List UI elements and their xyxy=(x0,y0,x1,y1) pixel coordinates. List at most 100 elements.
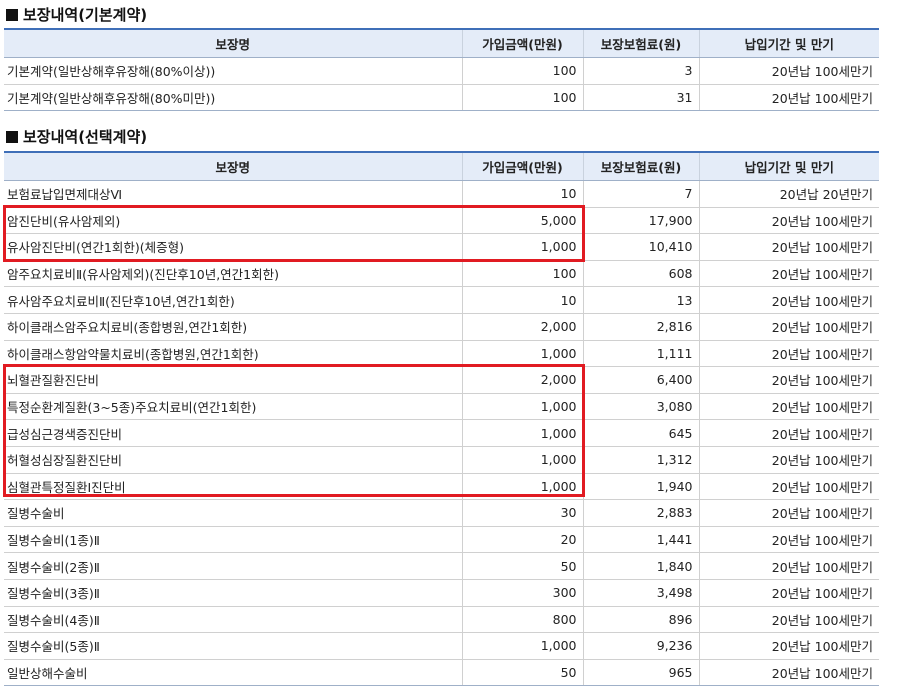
coverage-name-cell: 유사암진단비(연간1회한)(체증형) xyxy=(4,233,462,261)
header-amount: 가입금액(만원) xyxy=(461,151,583,181)
premium-cell: 13 xyxy=(582,286,699,314)
term-cell: 20년납 100세만기 xyxy=(698,606,879,634)
table-row: 질병수술비 30 2,883 20년납 100세만기 xyxy=(4,499,879,527)
premium-cell: 1,312 xyxy=(582,446,699,474)
term-cell: 20년납 100세만기 xyxy=(698,233,879,261)
coverage-name-cell: 암주요치료비Ⅱ(유사암제외)(진단후10년,연간1회한) xyxy=(4,260,462,288)
premium-cell: 10,410 xyxy=(582,233,699,261)
coverage-name-cell: 하이클래스암주요치료비(종합병원,연간1회한) xyxy=(4,313,462,341)
table-header-row: 보장명 가입금액(만원) 보장보험료(원) 납입기간 및 만기 xyxy=(4,28,879,58)
coverage-name-cell: 유사암주요치료비Ⅱ(진단후10년,연간1회한) xyxy=(4,286,462,314)
amount-cell: 100 xyxy=(461,260,583,288)
coverage-name-cell: 질병수술비(5종)Ⅱ xyxy=(4,632,462,660)
coverage-name-cell: 일반상해수술비 xyxy=(4,659,462,687)
premium-cell: 9,236 xyxy=(582,632,699,660)
table-row: 유사암진단비(연간1회한)(체증형) 1,000 10,410 20년납 100세만기 xyxy=(4,233,879,261)
term-cell: 20년납 100세만기 xyxy=(698,473,879,501)
header-coverage-name: 보장명 xyxy=(4,151,462,181)
coverage-name-cell: 암진단비(유사암제외) xyxy=(4,207,462,235)
premium-cell: 3 xyxy=(582,57,699,85)
table-header-row: 보장명 가입금액(만원) 보장보험료(원) 납입기간 및 만기 xyxy=(4,151,879,181)
basic-coverage-table: 보장명 가입금액(만원) 보장보험료(원) 납입기간 및 만기 기본계약(일반상… xyxy=(4,28,879,112)
term-cell: 20년납 100세만기 xyxy=(698,313,879,341)
table-row: 심혈관특정질환Ⅰ진단비 1,000 1,940 20년납 100세만기 xyxy=(4,473,879,501)
table-row: 암진단비(유사암제외) 5,000 17,900 20년납 100세만기 xyxy=(4,207,879,235)
square-bullet-icon xyxy=(6,131,18,143)
coverage-name-cell: 심혈관특정질환Ⅰ진단비 xyxy=(4,473,462,501)
table-row: 뇌혈관질환진단비 2,000 6,400 20년납 100세만기 xyxy=(4,366,879,394)
premium-cell: 965 xyxy=(582,659,699,687)
term-cell: 20년납 100세만기 xyxy=(698,632,879,660)
coverage-name-cell: 허혈성심장질환진단비 xyxy=(4,446,462,474)
table-row: 급성심근경색증진단비 1,000 645 20년납 100세만기 xyxy=(4,419,879,447)
table-row: 보험료납입면제대상Ⅵ 10 7 20년납 20년만기 xyxy=(4,180,879,208)
term-cell: 20년납 100세만기 xyxy=(698,340,879,368)
term-cell: 20년납 20년만기 xyxy=(698,180,879,208)
header-coverage-name: 보장명 xyxy=(4,28,462,58)
table-row: 하이클래스항암약물치료비(종합병원,연간1회한) 1,000 1,111 20년납 1… xyxy=(4,340,879,368)
table-row: 암주요치료비Ⅱ(유사암제외)(진단후10년,연간1회한) 100 608 20년납 1… xyxy=(4,260,879,288)
term-cell: 20년납 100세만기 xyxy=(698,84,879,112)
premium-cell: 608 xyxy=(582,260,699,288)
premium-cell: 896 xyxy=(582,606,699,634)
table-row: 질병수술비(4종)Ⅱ 800 896 20년납 100세만기 xyxy=(4,606,879,634)
amount-cell: 50 xyxy=(461,659,583,687)
term-cell: 20년납 100세만기 xyxy=(698,286,879,314)
table-row: 기본계약(일반상해후유장해(80%미만)) 100 31 20년납 100세만기 xyxy=(4,84,879,112)
coverage-name-cell: 하이클래스항암약물치료비(종합병원,연간1회한) xyxy=(4,340,462,368)
premium-cell: 3,080 xyxy=(582,393,699,421)
optional-coverage-table: 보장명 가입금액(만원) 보장보험료(원) 납입기간 및 만기 보험료납입면제대… xyxy=(4,151,879,687)
coverage-name-cell: 기본계약(일반상해후유장해(80%이상)) xyxy=(4,57,462,85)
amount-cell: 2,000 xyxy=(461,313,583,341)
table-row: 질병수술비(5종)Ⅱ 1,000 9,236 20년납 100세만기 xyxy=(4,632,879,660)
table-row: 일반상해수술비 50 965 20년납 100세만기 xyxy=(4,659,879,687)
premium-cell: 7 xyxy=(582,180,699,208)
amount-cell: 1,000 xyxy=(461,632,583,660)
premium-cell: 1,840 xyxy=(582,552,699,580)
amount-cell: 800 xyxy=(461,606,583,634)
term-cell: 20년납 100세만기 xyxy=(698,659,879,687)
amount-cell: 10 xyxy=(461,286,583,314)
table-row: 질병수술비(1종)Ⅱ 20 1,441 20년납 100세만기 xyxy=(4,526,879,554)
term-cell: 20년납 100세만기 xyxy=(698,446,879,474)
term-cell: 20년납 100세만기 xyxy=(698,207,879,235)
coverage-name-cell: 질병수술비 xyxy=(4,499,462,527)
premium-cell: 1,940 xyxy=(582,473,699,501)
table-row: 기본계약(일반상해후유장해(80%이상)) 100 3 20년납 100세만기 xyxy=(4,57,879,85)
term-cell: 20년납 100세만기 xyxy=(698,260,879,288)
term-cell: 20년납 100세만기 xyxy=(698,419,879,447)
term-cell: 20년납 100세만기 xyxy=(698,499,879,527)
premium-cell: 31 xyxy=(582,84,699,112)
header-amount: 가입금액(만원) xyxy=(461,28,583,58)
coverage-name-cell: 특정순환계질환(3~5종)주요치료비(연간1회한) xyxy=(4,393,462,421)
amount-cell: 300 xyxy=(461,579,583,607)
premium-cell: 17,900 xyxy=(582,207,699,235)
table-row: 유사암주요치료비Ⅱ(진단후10년,연간1회한) 10 13 20년납 100세만기 xyxy=(4,286,879,314)
coverage-name-cell: 질병수술비(1종)Ⅱ xyxy=(4,526,462,554)
table-row: 질병수술비(3종)Ⅱ 300 3,498 20년납 100세만기 xyxy=(4,579,879,607)
table-row: 하이클래스암주요치료비(종합병원,연간1회한) 2,000 2,816 20년납 10… xyxy=(4,313,879,341)
premium-cell: 3,498 xyxy=(582,579,699,607)
coverage-name-cell: 질병수술비(2종)Ⅱ xyxy=(4,552,462,580)
table-row: 허혈성심장질환진단비 1,000 1,312 20년납 100세만기 xyxy=(4,446,879,474)
amount-cell: 10 xyxy=(461,180,583,208)
amount-cell: 2,000 xyxy=(461,366,583,394)
coverage-name-cell: 보험료납입면제대상Ⅵ xyxy=(4,180,462,208)
term-cell: 20년납 100세만기 xyxy=(698,526,879,554)
premium-cell: 645 xyxy=(582,419,699,447)
optional-section-title: 보장내역(선택계약) xyxy=(6,126,147,147)
premium-cell: 2,883 xyxy=(582,499,699,527)
term-cell: 20년납 100세만기 xyxy=(698,579,879,607)
amount-cell: 100 xyxy=(461,57,583,85)
amount-cell: 5,000 xyxy=(461,207,583,235)
table-row: 질병수술비(2종)Ⅱ 50 1,840 20년납 100세만기 xyxy=(4,552,879,580)
term-cell: 20년납 100세만기 xyxy=(698,552,879,580)
coverage-name-cell: 질병수술비(4종)Ⅱ xyxy=(4,606,462,634)
term-cell: 20년납 100세만기 xyxy=(698,57,879,85)
amount-cell: 100 xyxy=(461,84,583,112)
coverage-name-cell: 뇌혈관질환진단비 xyxy=(4,366,462,394)
amount-cell: 1,000 xyxy=(461,446,583,474)
amount-cell: 1,000 xyxy=(461,473,583,501)
amount-cell: 1,000 xyxy=(461,419,583,447)
premium-cell: 1,111 xyxy=(582,340,699,368)
